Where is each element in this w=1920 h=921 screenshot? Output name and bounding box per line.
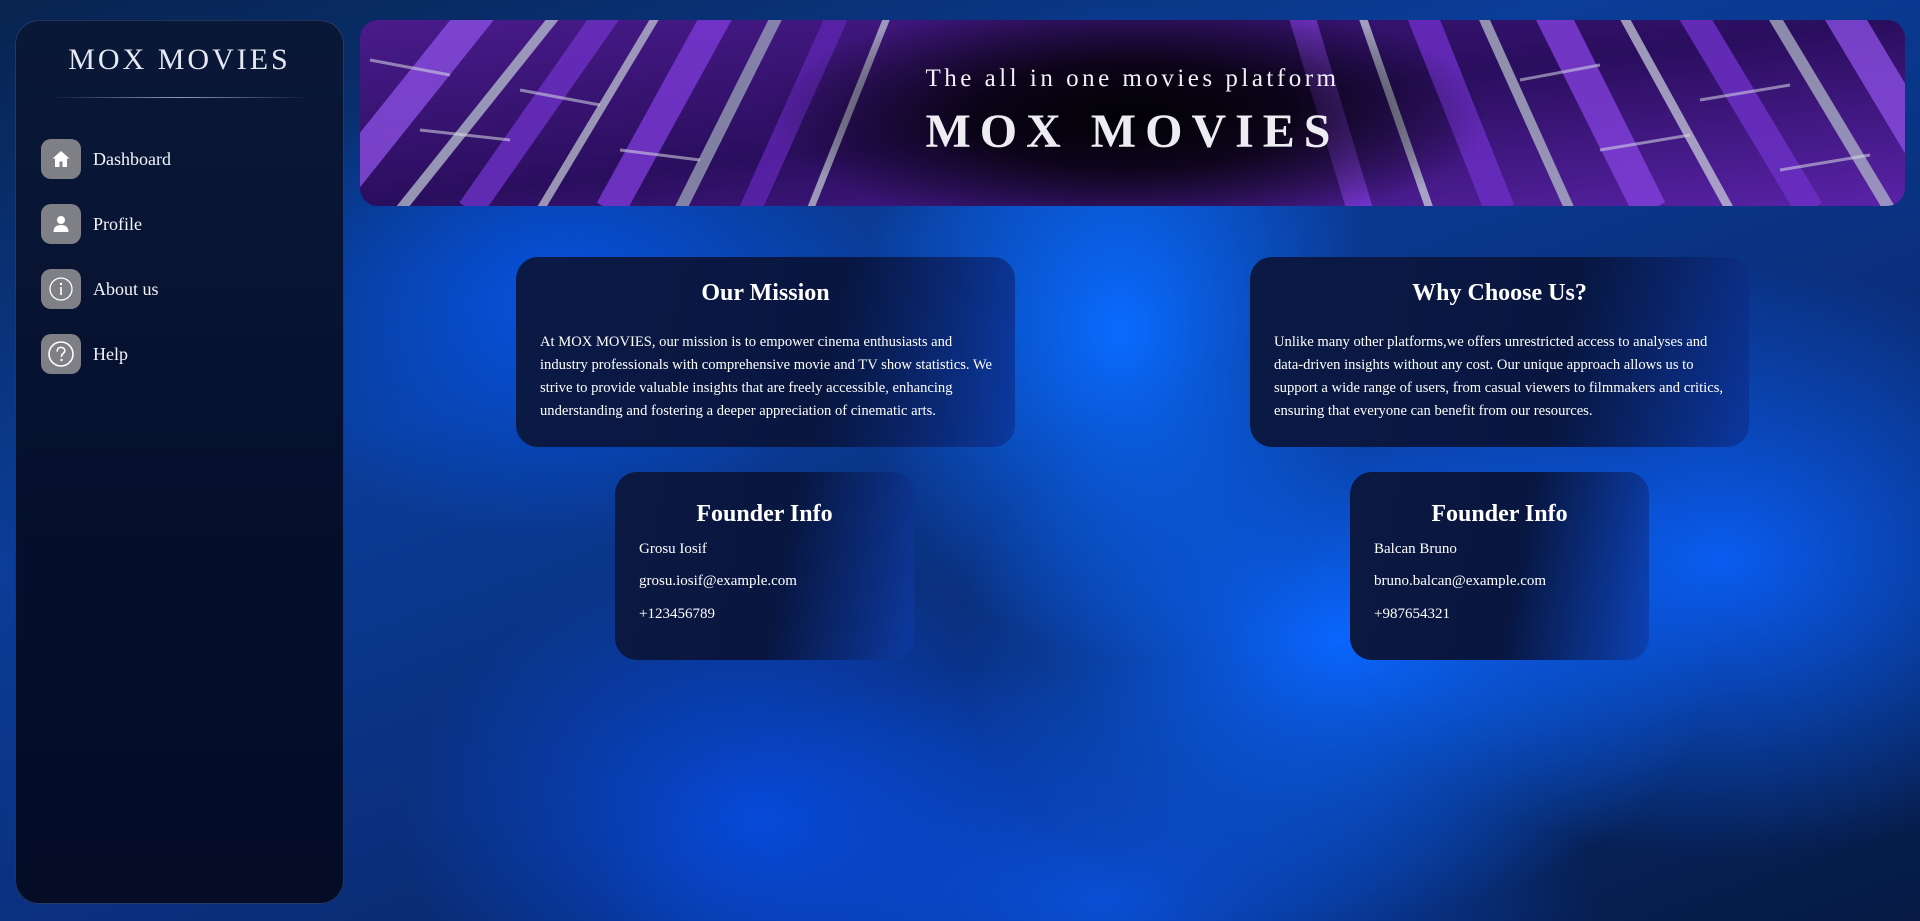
founder-title: Founder Info (696, 501, 833, 527)
founder-phone: +987654321 (1374, 606, 1450, 622)
sidebar-item-label: About us (93, 278, 159, 299)
founder-phone: +123456789 (639, 606, 715, 622)
founder-email: bruno.balcan@example.com (1374, 573, 1547, 589)
why-title: Why Choose Us? (1412, 280, 1587, 306)
sidebar-item-dashboard[interactable]: Dashboard (41, 139, 171, 179)
home-icon (41, 139, 81, 179)
founder-name: Balcan Bruno (1374, 541, 1457, 557)
sidebar-item-label: Dashboard (93, 148, 171, 169)
sidebar: MOX MOVIES Dashboard Profile About us He… (15, 20, 344, 904)
mission-card: Our Mission At MOX MOVIES, our mission i… (516, 257, 1015, 447)
founder-card-1: Founder Info Grosu Iosif grosu.iosif@exa… (615, 472, 914, 660)
mission-text: At MOX MOVIES, our mission is to empower… (540, 334, 992, 419)
sidebar-item-about[interactable]: About us (41, 269, 171, 309)
why-choose-us-card: Why Choose Us? Unlike many other platfor… (1250, 257, 1749, 447)
founder-name: Grosu Iosif (639, 541, 707, 557)
banner-subtitle: The all in one movies platform (925, 65, 1340, 92)
help-icon (41, 334, 81, 374)
banner-title: MOX MOVIES (925, 105, 1340, 158)
sidebar-item-profile[interactable]: Profile (41, 204, 171, 244)
hero-banner: The all in one movies platform MOX MOVIE… (360, 20, 1905, 206)
sidebar-item-label: Help (93, 343, 128, 364)
sidebar-item-label: Profile (93, 213, 142, 234)
founder-title: Founder Info (1431, 501, 1568, 527)
sidebar-nav: Dashboard Profile About us Help (41, 139, 171, 399)
founder-email: grosu.iosif@example.com (639, 573, 797, 589)
mission-title: Our Mission (701, 280, 830, 306)
why-text: Unlike many other platforms,we offers un… (1274, 334, 1724, 419)
founder-card-2: Founder Info Balcan Bruno bruno.balcan@e… (1350, 472, 1649, 660)
sidebar-brand: MOX MOVIES (68, 43, 291, 76)
sidebar-item-help[interactable]: Help (41, 334, 171, 374)
brand-divider (50, 97, 309, 98)
info-icon (41, 269, 81, 309)
user-icon (41, 204, 81, 244)
